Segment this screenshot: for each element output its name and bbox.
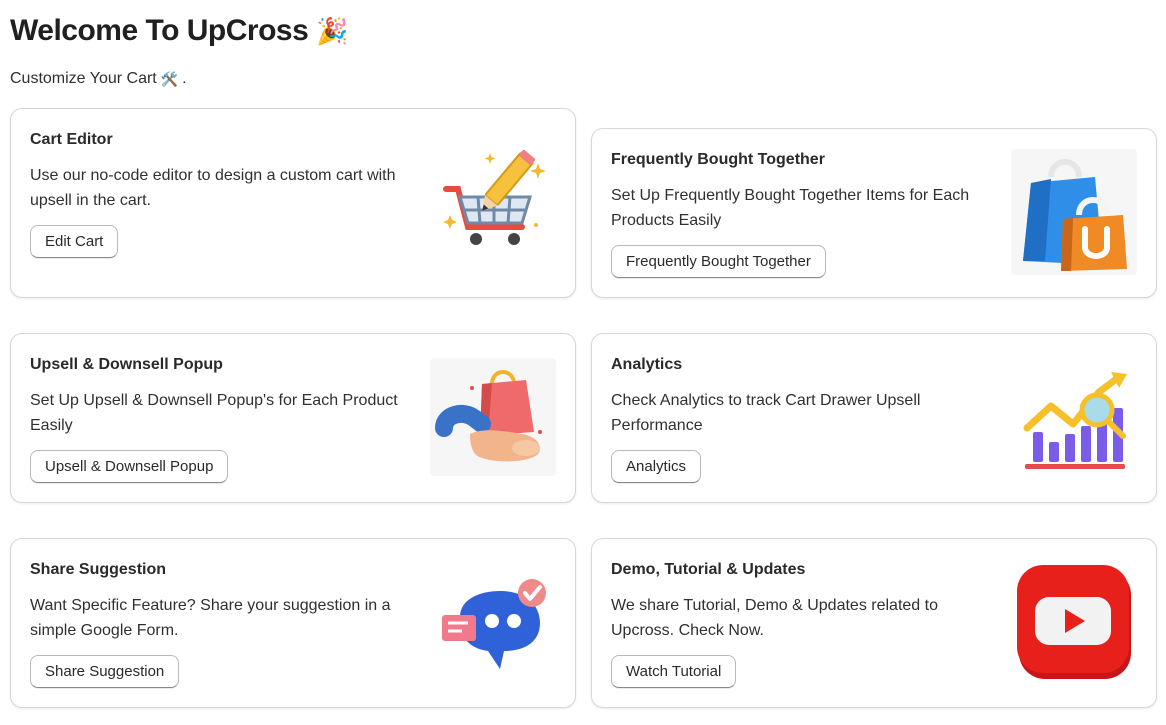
card-description: Check Analytics to track Cart Drawer Ups… bbox=[611, 392, 921, 434]
card-title: Demo, Tutorial & Updates bbox=[611, 561, 806, 578]
youtube-play-icon bbox=[1011, 559, 1137, 685]
page-subtitle-text: Customize Your Cart bbox=[10, 70, 157, 87]
shopping-bags-icon bbox=[1011, 149, 1137, 275]
card-share-suggestion: Share Suggestion Want Specific Feature? … bbox=[10, 538, 576, 708]
card-title: Frequently Bought Together bbox=[611, 151, 825, 168]
shopping-cart-pencil-icon bbox=[430, 137, 556, 263]
card-analytics: Analytics Check Analytics to track Cart … bbox=[591, 333, 1157, 503]
page-title-text: Welcome To UpCross bbox=[10, 14, 309, 47]
card-frequently-bought-together: Frequently Bought Together Set Up Freque… bbox=[591, 128, 1157, 298]
card-description: We share Tutorial, Demo & Updates relate… bbox=[611, 597, 938, 639]
analytics-chart-icon bbox=[1011, 354, 1137, 480]
page-subtitle: Customize Your Cart 🛠️ . bbox=[10, 70, 187, 88]
share-suggestion-button[interactable]: Share Suggestion bbox=[30, 655, 180, 688]
card-title: Share Suggestion bbox=[30, 561, 167, 578]
card-description: Use our no-code editor to design a custo… bbox=[30, 167, 396, 209]
card-upsell-downsell-popup: Upsell & Downsell Popup Set Up Upsell & … bbox=[10, 333, 576, 503]
card-title: Analytics bbox=[611, 356, 683, 373]
page-title: Welcome To UpCross 🎉 bbox=[10, 14, 349, 48]
card-title: Upsell & Downsell Popup bbox=[30, 356, 223, 373]
card-demo-tutorial-updates: Demo, Tutorial & Updates We share Tutori… bbox=[591, 538, 1157, 708]
edit-cart-button[interactable]: Edit Cart bbox=[30, 225, 119, 258]
analytics-button[interactable]: Analytics bbox=[611, 450, 702, 483]
card-cart-editor: Cart Editor Use our no-code editor to de… bbox=[10, 108, 576, 298]
card-title: Cart Editor bbox=[30, 131, 113, 148]
chat-bubble-icon bbox=[430, 559, 556, 685]
tools-icon: 🛠️ bbox=[160, 70, 179, 87]
party-popper-icon: 🎉 bbox=[316, 15, 349, 46]
card-description: Want Specific Feature? Share your sugges… bbox=[30, 597, 391, 639]
hand-holding-bag-icon bbox=[430, 358, 556, 476]
upsell-downsell-popup-button[interactable]: Upsell & Downsell Popup bbox=[30, 450, 229, 483]
card-description: Set Up Frequently Bought Together Items … bbox=[611, 187, 970, 229]
page-subtitle-suffix: . bbox=[182, 70, 187, 87]
card-description: Set Up Upsell & Downsell Popup's for Eac… bbox=[30, 392, 398, 434]
frequently-bought-together-button[interactable]: Frequently Bought Together bbox=[611, 245, 826, 278]
watch-tutorial-button[interactable]: Watch Tutorial bbox=[611, 655, 737, 688]
